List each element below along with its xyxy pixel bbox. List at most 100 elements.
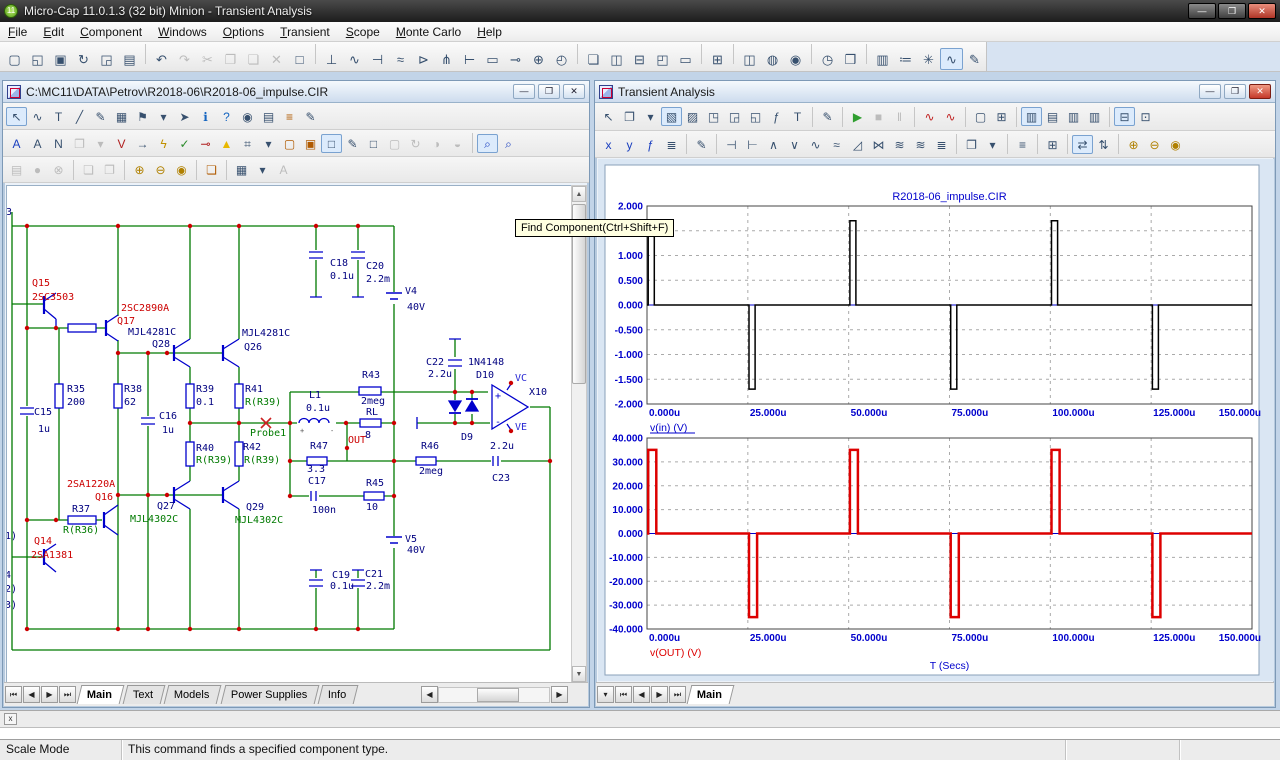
calculator-icon[interactable]: ⊞ — [706, 48, 729, 70]
zoom-in-icon[interactable]: ⊕ — [129, 160, 150, 179]
analysis-limits-icon[interactable]: ∿ — [919, 107, 940, 126]
dropdown-icon[interactable]: ▾ — [90, 134, 111, 153]
page-info-icon[interactable]: ▣ — [300, 134, 321, 153]
sine-source-icon[interactable]: ∿ — [343, 48, 366, 70]
hscroll-thumb[interactable] — [477, 688, 519, 702]
minimize-button[interactable]: — — [1188, 3, 1216, 19]
scroll-down-icon[interactable]: ▼ — [572, 666, 586, 682]
cursor-mode-icon[interactable]: ◲ — [724, 107, 745, 126]
numeric-output-icon[interactable]: ≡ — [1012, 135, 1033, 154]
schematic-vscrollbar[interactable]: ▲ ▼ — [571, 185, 587, 683]
component-panel-icon[interactable]: ◫ — [738, 48, 761, 70]
minimize-button[interactable]: — — [1199, 84, 1221, 99]
hscroll-track[interactable] — [438, 687, 550, 703]
capacitor-icon[interactable]: ⊣ — [366, 48, 389, 70]
select-mode-icon[interactable]: ↖ — [6, 107, 27, 126]
copy-icon[interactable]: ❐ — [219, 48, 242, 70]
grid-icon[interactable]: ⌗ — [237, 134, 258, 153]
envelope1-icon[interactable]: ≋ — [910, 135, 931, 154]
transistor-icon[interactable]: ⋔ — [435, 48, 458, 70]
border-icon[interactable]: ≡ — [279, 107, 300, 126]
close-circle-icon[interactable]: ⊗ — [48, 160, 69, 179]
tab-main[interactable]: Main — [77, 685, 125, 704]
next-data-point-icon[interactable]: ⊣ — [721, 135, 742, 154]
analysis-plot-area[interactable]: 2.0001.5001.0000.5000.000-0.500-1.000-1.… — [598, 159, 1274, 681]
region-edit-icon[interactable]: ✎ — [300, 107, 321, 126]
auto-scale-icon[interactable]: ≣ — [661, 135, 682, 154]
dropdown-icon[interactable]: ▾ — [640, 107, 661, 126]
maximize-window-icon[interactable]: ▭ — [674, 48, 697, 70]
flip-v-icon[interactable]: ◒ — [447, 134, 468, 153]
point-tag-icon[interactable]: ◱ — [745, 107, 766, 126]
ground-icon[interactable]: ⊥ — [320, 48, 343, 70]
menu-transient[interactable]: Transient — [272, 23, 338, 41]
stepping-limits-icon[interactable]: ∿ — [940, 107, 961, 126]
edit-limits-icon[interactable]: ✎ — [691, 135, 712, 154]
wire-text-icon[interactable]: A — [27, 134, 48, 153]
menu-options[interactable]: Options — [215, 23, 272, 41]
inflection-icon[interactable]: ◿ — [847, 135, 868, 154]
analysis-window-titlebar[interactable]: Transient Analysis — ❐ ✕ — [595, 81, 1275, 103]
node-numbers-icon[interactable]: N — [48, 134, 69, 153]
menu-windows[interactable]: Windows — [150, 23, 215, 41]
battery-icon[interactable]: ⊕ — [527, 48, 550, 70]
box2-icon[interactable]: ▢ — [384, 134, 405, 153]
bring-front-icon[interactable]: ❏ — [78, 160, 99, 179]
fet-icon[interactable]: ⊢ — [458, 48, 481, 70]
schematic-canvas[interactable]: + - + - Q152SC35032SC2890AQ17MJL4281CQ28… — [6, 185, 573, 683]
ic-icon[interactable]: ▭ — [481, 48, 504, 70]
tab-models[interactable]: Models — [164, 685, 222, 704]
data-points-icon[interactable]: ▢ — [970, 107, 991, 126]
close-button[interactable]: ✕ — [563, 84, 585, 99]
command-line-panel[interactable] — [0, 727, 1280, 740]
zoom-in-icon[interactable]: ⊕ — [1123, 135, 1144, 154]
zoom-100-icon[interactable]: ◉ — [171, 160, 192, 179]
tab-info[interactable]: Info — [318, 685, 359, 704]
help-icon[interactable]: ? — [216, 107, 237, 126]
cut-icon[interactable]: ✂ — [196, 48, 219, 70]
high-icon[interactable]: ∿ — [805, 135, 826, 154]
pencil-icon[interactable]: ✎ — [90, 107, 111, 126]
checklist-icon[interactable]: ▥ — [871, 48, 894, 70]
line-mode-icon[interactable]: ╱ — [69, 107, 90, 126]
condition-check-icon[interactable]: ✓ — [174, 134, 195, 153]
zoom-select-icon[interactable]: ▧ — [661, 107, 682, 126]
box-select-icon[interactable]: □ — [363, 134, 384, 153]
properties-icon[interactable]: ✎ — [817, 107, 838, 126]
dropdown-icon[interactable]: ▾ — [982, 135, 1003, 154]
minimize-button[interactable]: — — [513, 84, 535, 99]
error-icon[interactable]: ● — [27, 160, 48, 179]
wire-mode-icon[interactable]: ∿ — [27, 107, 48, 126]
separate-plots-icon[interactable]: ⊡ — [1135, 107, 1156, 126]
zoom-out-icon[interactable]: ⊖ — [1144, 135, 1165, 154]
zoom-100-icon[interactable]: ◉ — [1165, 135, 1186, 154]
copy-picture-icon[interactable]: ❐ — [69, 134, 90, 153]
tokens-icon[interactable]: ⊞ — [991, 107, 1012, 126]
new-page-icon[interactable]: ▢ — [279, 134, 300, 153]
peak-icon[interactable]: ∧ — [763, 135, 784, 154]
scroll-up-icon[interactable]: ▲ — [572, 186, 586, 202]
menu-monte-carlo[interactable]: Monte Carlo — [388, 23, 469, 41]
print-icon[interactable]: ▤ — [118, 48, 141, 70]
pan-mode-icon[interactable]: ▨ — [682, 107, 703, 126]
overlap-icon[interactable]: ◰ — [651, 48, 674, 70]
y-axis-icon[interactable]: y — [619, 135, 640, 154]
page-copy-icon[interactable]: ❏ — [201, 160, 222, 179]
properties-icon[interactable]: ✎ — [342, 134, 363, 153]
maximize-button[interactable]: ❐ — [1218, 3, 1246, 19]
grid-select-icon[interactable]: ▦ — [231, 160, 252, 179]
inductor-icon[interactable]: ≈ — [389, 48, 412, 70]
panel-stripes4-icon[interactable]: ▥ — [1084, 107, 1105, 126]
restore-button[interactable]: ❐ — [538, 84, 560, 99]
annotate-icon[interactable]: ✎ — [963, 48, 986, 70]
low-icon[interactable]: ≈ — [826, 135, 847, 154]
save-icon[interactable]: ▣ — [49, 48, 72, 70]
undo-icon[interactable]: ↶ — [150, 48, 173, 70]
close-button[interactable]: ✕ — [1249, 84, 1271, 99]
schematic-hscrollbar[interactable]: ◀ ▶ — [420, 686, 568, 703]
last-page-icon[interactable]: ⏭ — [669, 686, 686, 703]
select-rect-icon[interactable]: □ — [288, 48, 311, 70]
web-icon[interactable]: ◉ — [784, 48, 807, 70]
dock-close-icon[interactable]: x — [4, 713, 17, 725]
node-voltages-icon[interactable]: V — [111, 134, 132, 153]
